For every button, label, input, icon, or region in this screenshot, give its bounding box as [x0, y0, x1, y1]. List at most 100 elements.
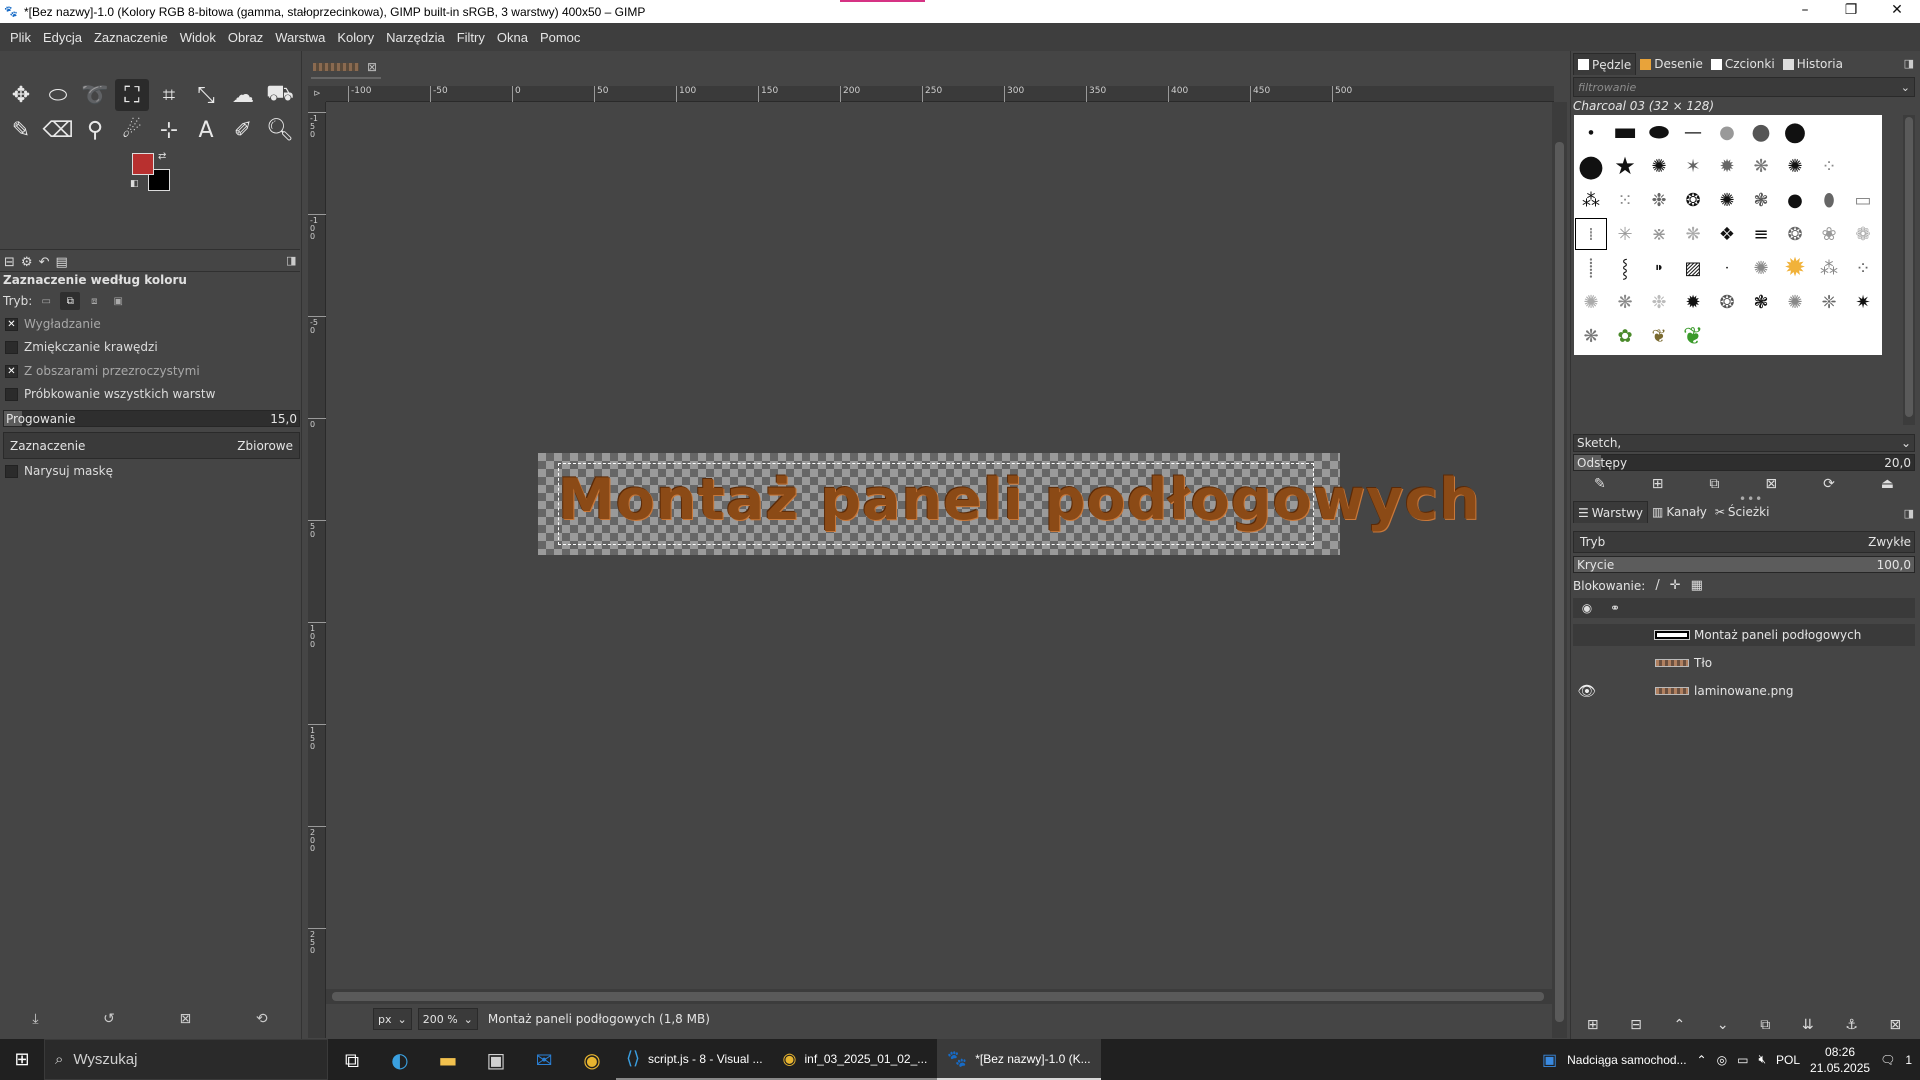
brush-item[interactable]: ●: [1778, 183, 1812, 217]
layer-row[interactable]: Montaż paneli podłogowych: [1573, 624, 1915, 646]
task-view-icon[interactable]: ⧉: [328, 1039, 376, 1080]
brush-item[interactable]: —: [1676, 115, 1710, 149]
move-tool-icon[interactable]: ✥: [4, 79, 38, 111]
new-layer-icon[interactable]: ⊞: [1587, 1017, 1599, 1033]
brush-item[interactable]: ❃: [1744, 183, 1778, 217]
brush-item[interactable]: ★: [1608, 149, 1642, 183]
transparent-option[interactable]: ✕ Z obszarami przezroczystymi: [5, 364, 200, 378]
brush-item[interactable]: ⁂: [1574, 183, 1608, 217]
paintbrush-icon[interactable]: ✎: [4, 114, 38, 146]
tab-layers[interactable]: ☰ Warstwy: [1573, 501, 1649, 523]
minimize-button[interactable]: –: [1782, 0, 1828, 23]
new-brush-icon[interactable]: ⊞: [1652, 476, 1664, 492]
clock[interactable]: 08:26 21.05.2025: [1810, 1044, 1870, 1076]
brush-item[interactable]: ✺: [1778, 149, 1812, 183]
open-brush-icon[interactable]: ⏏: [1881, 476, 1894, 492]
brush-item[interactable]: ✹: [1676, 285, 1710, 319]
select-by-color-icon[interactable]: ⛶: [115, 79, 149, 111]
antialias-checkbox[interactable]: ✕: [5, 317, 18, 331]
dock-menu-icon[interactable]: ◨: [1904, 57, 1914, 70]
duplicate-layer-icon[interactable]: ⧉: [1760, 1017, 1770, 1033]
edge-icon[interactable]: ◐: [376, 1039, 424, 1080]
brush-item[interactable]: ❋: [1574, 319, 1608, 353]
mode-add-button[interactable]: ⧉: [60, 292, 81, 310]
threshold-spinner[interactable]: Progowanie 15,0: [3, 410, 300, 427]
brush-item[interactable]: ●: [1778, 115, 1812, 149]
brush-item-selected[interactable]: ⁞: [1574, 217, 1608, 251]
brush-item[interactable]: ⁂: [1812, 251, 1846, 285]
brush-item[interactable]: ✺: [1778, 285, 1812, 319]
language-indicator[interactable]: POL: [1776, 1053, 1800, 1067]
warp-tool-icon[interactable]: ☁: [226, 79, 260, 111]
merge-layer-icon[interactable]: ⇊: [1802, 1017, 1814, 1033]
brush-preset-select[interactable]: Sketch, ⌄: [1573, 434, 1915, 452]
brush-item[interactable]: ❂: [1676, 183, 1710, 217]
brush-item[interactable]: ✹: [1710, 149, 1744, 183]
weather-text[interactable]: Nadciąga samochod...: [1567, 1053, 1686, 1067]
brush-item[interactable]: ▬: [1608, 115, 1642, 149]
brush-item[interactable]: ▨: [1676, 251, 1710, 285]
text-tool-icon[interactable]: A: [189, 114, 223, 146]
camera-icon[interactable]: ◎: [1717, 1053, 1727, 1067]
brush-item[interactable]: ❁: [1846, 217, 1880, 251]
tab-brushes[interactable]: Pędzle: [1573, 53, 1637, 75]
mode-replace-button[interactable]: ▭: [36, 292, 56, 310]
brush-item[interactable]: ⸾: [1608, 251, 1642, 285]
vertical-ruler[interactable]: -150 -100 -50 0 50 100 150 200 250: [308, 102, 326, 1038]
weather-icon[interactable]: ▣: [1542, 1050, 1557, 1070]
hscroll-thumb[interactable]: [332, 992, 1544, 1001]
chevron-up-icon[interactable]: ⌃: [1697, 1053, 1707, 1067]
mode-intersect-button[interactable]: ▣: [108, 292, 128, 310]
taskbar-chrome[interactable]: ◉ inf_03_2025_01_02_...: [772, 1039, 938, 1080]
brush-item[interactable]: ✹: [1778, 251, 1812, 285]
swap-colors-icon[interactable]: ⇄: [158, 151, 166, 162]
brush-item[interactable]: •: [1710, 251, 1744, 285]
draw-mask-option[interactable]: Narysuj maskę: [5, 464, 113, 478]
feather-option[interactable]: Zmiękczanie krawędzi: [5, 340, 158, 354]
sample-merged-option[interactable]: Próbkowanie wszystkich warstw: [5, 387, 215, 401]
brush-item[interactable]: ⁘: [1846, 251, 1880, 285]
brush-item[interactable]: ❈: [1812, 285, 1846, 319]
tab-patterns[interactable]: Desenie: [1636, 53, 1707, 75]
close-tab-icon[interactable]: ⊠: [367, 60, 377, 74]
brush-item[interactable]: [1812, 115, 1846, 149]
dock-menu-icon[interactable]: ◨: [286, 254, 296, 267]
layer-name[interactable]: Montaż paneli podłogowych: [1694, 628, 1861, 642]
lock-alpha-icon[interactable]: ▦: [1691, 578, 1703, 593]
mode-subtract-button[interactable]: ⧈: [84, 292, 104, 310]
threshold-value[interactable]: 15,0: [270, 412, 297, 426]
anchor-layer-icon[interactable]: ⚓: [1845, 1017, 1858, 1033]
lasso-select-icon[interactable]: ➰: [78, 79, 112, 111]
device-status-tab-icon[interactable]: ⚙: [21, 255, 33, 270]
taskbar-gimp[interactable]: 🐾 *[Bez nazwy]-1.0 (K...: [937, 1039, 1101, 1080]
reset-options-icon[interactable]: ⟲: [256, 1011, 268, 1027]
delete-options-icon[interactable]: ⊠: [180, 1011, 192, 1027]
taskbar-search[interactable]: ⌕ Wyszukaj: [44, 1039, 328, 1080]
duplicate-brush-icon[interactable]: ⧉: [1709, 476, 1719, 492]
layer-name[interactable]: Tło: [1694, 656, 1712, 670]
tab-history[interactable]: Historia: [1779, 53, 1847, 75]
color-selector[interactable]: ⇄ ◧: [130, 151, 180, 201]
zoom-select[interactable]: 200 % ⌄: [417, 1008, 478, 1030]
tool-options-tab-icon[interactable]: ⊟: [4, 255, 15, 270]
select-by-combo[interactable]: Zaznaczenie Zbiorowe: [3, 432, 300, 459]
brush-item[interactable]: ●: [1574, 149, 1608, 184]
foreground-color[interactable]: [132, 153, 154, 175]
brush-item[interactable]: [1846, 149, 1880, 183]
brush-item[interactable]: ⬮: [1812, 183, 1846, 217]
menu-image[interactable]: Obraz: [222, 30, 269, 45]
dock-menu-icon[interactable]: ◨: [1904, 507, 1914, 520]
volume-muted-icon[interactable]: 🔇︎: [1758, 1052, 1766, 1067]
layer-row[interactable]: 👁︎ laminowane.png: [1573, 680, 1915, 702]
taskbar-vscode[interactable]: ⟨⟩ script.js - 8 - Visual ...: [616, 1039, 773, 1080]
horizontal-ruler[interactable]: -100 -50 0 50 100 150 200 250 300 350 400 450 500: [326, 86, 1554, 102]
brush-item[interactable]: ●: [1744, 115, 1778, 149]
select-by-value[interactable]: Zbiorowe: [237, 439, 293, 453]
brush-item[interactable]: ⸽: [1574, 251, 1608, 285]
sample-merged-checkbox[interactable]: [5, 387, 18, 401]
opacity-value[interactable]: 100,0: [1877, 558, 1911, 572]
menu-windows[interactable]: Okna: [491, 30, 534, 45]
menu-edit[interactable]: Edycja: [37, 30, 88, 45]
draw-mask-checkbox[interactable]: [5, 464, 18, 478]
save-options-icon[interactable]: ⤓: [32, 1011, 38, 1027]
